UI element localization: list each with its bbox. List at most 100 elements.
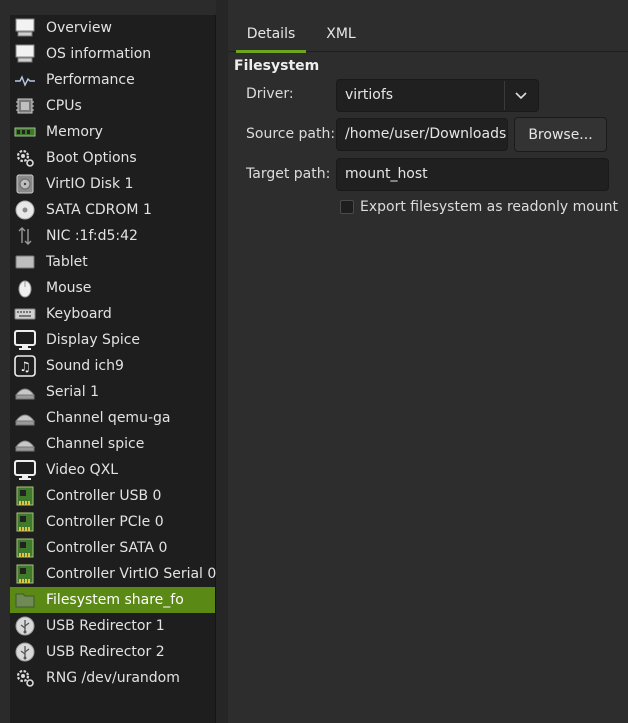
memory-module-icon bbox=[14, 121, 36, 143]
mouse-icon bbox=[14, 277, 36, 299]
sidebar-item[interactable]: Overview bbox=[10, 15, 215, 41]
sidebar-item[interactable]: Memory bbox=[10, 119, 215, 145]
sidebar-item[interactable]: Controller PCIe 0 bbox=[10, 509, 215, 535]
sidebar-item[interactable]: NIC :1f:d5:42 bbox=[10, 223, 215, 249]
details-panel: Details XML Filesystem Driver: virtiofs … bbox=[228, 0, 628, 723]
sidebar-item-label: Video QXL bbox=[46, 462, 119, 478]
sidebar-item[interactable]: VirtIO Disk 1 bbox=[10, 171, 215, 197]
sidebar-item[interactable]: Video QXL bbox=[10, 457, 215, 483]
target-path-value: mount_host bbox=[345, 166, 428, 182]
browse-button[interactable]: Browse... bbox=[514, 117, 607, 152]
hardware-list: Overview OS information Performance CPUs Mem… bbox=[10, 15, 216, 723]
tablet-icon bbox=[14, 251, 36, 273]
dropdown-divider bbox=[504, 81, 505, 110]
channel-icon bbox=[14, 433, 36, 455]
target-path-input[interactable]: mount_host bbox=[336, 158, 609, 191]
controller-card-icon bbox=[14, 537, 36, 559]
target-path-label: Target path: bbox=[246, 166, 331, 182]
usb-icon bbox=[14, 615, 36, 637]
sidebar-item[interactable]: Controller SATA 0 bbox=[10, 535, 215, 561]
sidebar-item-label: Controller USB 0 bbox=[46, 488, 162, 504]
sidebar-item-label: Tablet bbox=[46, 254, 88, 270]
pane-separator[interactable] bbox=[216, 0, 228, 723]
sidebar-item[interactable]: USB Redirector 1 bbox=[10, 613, 215, 639]
channel-icon bbox=[14, 407, 36, 429]
tab-bar: Details XML bbox=[228, 16, 628, 53]
sidebar-item[interactable]: SATA CDROM 1 bbox=[10, 197, 215, 223]
sidebar-item-label: USB Redirector 1 bbox=[46, 618, 165, 634]
sidebar-item[interactable]: CPUs bbox=[10, 93, 215, 119]
sidebar-item[interactable]: Serial 1 bbox=[10, 379, 215, 405]
svg-text:♫: ♫ bbox=[19, 360, 31, 375]
sidebar-item-label: Controller VirtIO Serial 0 bbox=[46, 566, 217, 582]
sidebar-item[interactable]: Channel spice bbox=[10, 431, 215, 457]
sidebar-item-label: VirtIO Disk 1 bbox=[46, 176, 134, 192]
source-path-value: /home/user/Downloads bbox=[345, 126, 507, 142]
sidebar-item[interactable]: Tablet bbox=[10, 249, 215, 275]
gear-icon bbox=[14, 147, 36, 169]
sidebar-item-label: Boot Options bbox=[46, 150, 137, 166]
display-icon bbox=[14, 459, 36, 481]
sidebar-item-label: Keyboard bbox=[46, 306, 112, 322]
sidebar-item-label: Controller PCIe 0 bbox=[46, 514, 164, 530]
sidebar-item-label: Channel spice bbox=[46, 436, 145, 452]
sidebar-item[interactable]: Filesystem share_fo bbox=[10, 587, 215, 613]
sidebar-item[interactable]: OS information bbox=[10, 41, 215, 67]
sidebar-item-label: SATA CDROM 1 bbox=[46, 202, 152, 218]
cpu-chip-icon bbox=[14, 95, 36, 117]
serial-port-icon bbox=[14, 381, 36, 403]
sidebar-item[interactable]: Boot Options bbox=[10, 145, 215, 171]
sidebar-item-label: NIC :1f:d5:42 bbox=[46, 228, 138, 244]
usb-icon bbox=[14, 641, 36, 663]
sidebar-item[interactable]: Performance bbox=[10, 67, 215, 93]
tab-xml[interactable]: XML bbox=[318, 16, 364, 52]
sidebar-item[interactable]: RNG /dev/urandom bbox=[10, 665, 215, 691]
sidebar-item-label: Serial 1 bbox=[46, 384, 99, 400]
keyboard-icon bbox=[14, 303, 36, 325]
sidebar-item-label: Display Spice bbox=[46, 332, 141, 348]
sidebar-item[interactable]: Controller USB 0 bbox=[10, 483, 215, 509]
sidebar-item[interactable]: Display Spice bbox=[10, 327, 215, 353]
source-path-label: Source path: bbox=[246, 126, 336, 142]
sidebar-item[interactable]: Keyboard bbox=[10, 301, 215, 327]
sidebar-item-label: Overview bbox=[46, 20, 112, 36]
sidebar-item-label: Performance bbox=[46, 72, 135, 88]
sidebar-item-label: Filesystem share_fo bbox=[46, 592, 184, 608]
chevron-down-icon[interactable] bbox=[513, 89, 529, 103]
sidebar-item-label: Controller SATA 0 bbox=[46, 540, 168, 556]
network-arrows-icon bbox=[14, 225, 36, 247]
folder-icon bbox=[14, 589, 36, 611]
sidebar-item-label: Memory bbox=[46, 124, 103, 140]
source-path-input[interactable]: /home/user/Downloads bbox=[336, 118, 508, 151]
monitor-icon bbox=[14, 43, 36, 65]
driver-label: Driver: bbox=[246, 86, 294, 102]
sidebar-item[interactable]: USB Redirector 2 bbox=[10, 639, 215, 665]
readonly-checkbox[interactable] bbox=[340, 200, 354, 214]
filesystem-section-title: Filesystem bbox=[234, 58, 320, 74]
sound-icon: ♫ bbox=[14, 355, 36, 377]
sidebar-item-label: Mouse bbox=[46, 280, 92, 296]
sidebar-item[interactable]: ♫ Sound ich9 bbox=[10, 353, 215, 379]
sidebar-item-label: Sound ich9 bbox=[46, 358, 124, 374]
tab-details[interactable]: Details bbox=[236, 16, 306, 53]
sidebar-item[interactable]: Mouse bbox=[10, 275, 215, 301]
controller-card-icon bbox=[14, 563, 36, 585]
performance-graph-icon bbox=[14, 69, 36, 91]
cdrom-icon bbox=[14, 199, 36, 221]
sidebar-item-label: USB Redirector 2 bbox=[46, 644, 165, 660]
driver-dropdown[interactable]: virtiofs bbox=[336, 79, 539, 112]
controller-card-icon bbox=[14, 485, 36, 507]
readonly-checkbox-label[interactable]: Export filesystem as readonly mount bbox=[360, 199, 618, 215]
hard-disk-icon bbox=[14, 173, 36, 195]
driver-value: virtiofs bbox=[345, 87, 394, 103]
sidebar-item[interactable]: Channel qemu-ga bbox=[10, 405, 215, 431]
sidebar-item-label: Channel qemu-ga bbox=[46, 410, 171, 426]
monitor-icon bbox=[14, 17, 36, 39]
display-icon bbox=[14, 329, 36, 351]
sidebar-item[interactable]: Controller VirtIO Serial 0 bbox=[10, 561, 217, 587]
sidebar-item-label: CPUs bbox=[46, 98, 82, 114]
sidebar-item-label: RNG /dev/urandom bbox=[46, 670, 180, 686]
controller-card-icon bbox=[14, 511, 36, 533]
readonly-option[interactable]: Export filesystem as readonly mount bbox=[340, 199, 618, 215]
sidebar-item-label: OS information bbox=[46, 46, 152, 62]
